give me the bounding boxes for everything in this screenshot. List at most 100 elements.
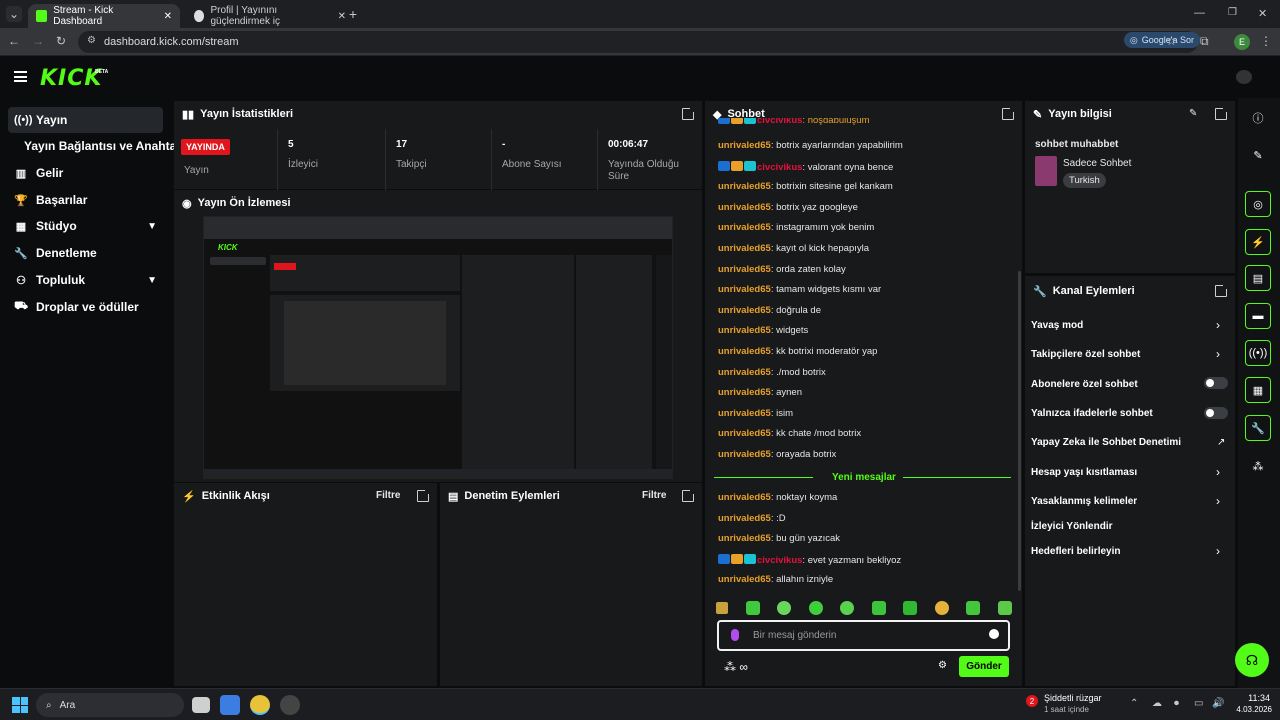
- emote-icon[interactable]: [808, 601, 823, 615]
- chat-input[interactable]: Bir mesaj gönderin: [717, 620, 1010, 651]
- emote-icon[interactable]: [777, 601, 792, 615]
- chat-username[interactable]: unrivaled65: [718, 367, 771, 378]
- sidebar-item-stream[interactable]: ((•)) Yayın: [8, 107, 163, 133]
- send-button[interactable]: Gönder: [959, 656, 1009, 677]
- windows-start-icon[interactable]: [12, 697, 28, 713]
- expand-icon[interactable]: [1215, 107, 1228, 120]
- clock-date[interactable]: 4.03.2026: [1226, 705, 1272, 714]
- kick-logo[interactable]: KICK: [40, 66, 102, 91]
- action-ai-moderation[interactable]: Yapay Zeka ile Sohbet Denetimi: [1031, 437, 1181, 448]
- expand-icon[interactable]: [682, 107, 695, 120]
- clock-time[interactable]: 11:34: [1232, 693, 1270, 703]
- chat-username[interactable]: civcivikus: [757, 555, 802, 566]
- emote-icon[interactable]: [966, 601, 981, 615]
- bolt-icon[interactable]: ⚡: [1245, 229, 1271, 255]
- chat-username[interactable]: unrivaled65: [718, 513, 771, 524]
- sidebar-item-drops[interactable]: ⛟ Droplar ve ödüller: [8, 294, 163, 320]
- info-icon[interactable]: ⓘ: [1245, 105, 1271, 131]
- studio-icon[interactable]: ▦: [1245, 377, 1271, 403]
- filter-button[interactable]: Filtre: [376, 490, 400, 501]
- reload-icon[interactable]: ↻: [56, 34, 66, 48]
- emote-icon[interactable]: [871, 601, 886, 615]
- action-account-age[interactable]: Hesap yaşı kısıtlaması: [1031, 467, 1137, 478]
- taskbar-search[interactable]: ⌕ Ara: [36, 693, 184, 717]
- chevron-right-icon[interactable]: ›: [1216, 465, 1220, 479]
- subscribers-only-toggle[interactable]: [1204, 377, 1228, 389]
- chat-username[interactable]: unrivaled65: [718, 222, 771, 233]
- chat-username[interactable]: unrivaled65: [718, 346, 771, 357]
- expand-icon[interactable]: [417, 489, 430, 502]
- weather-text[interactable]: Şiddetli rüzgar: [1044, 693, 1102, 703]
- bookmark-star-icon[interactable]: ☆: [1166, 34, 1177, 48]
- sidebar-item-moderation[interactable]: 🔧 Denetleme: [8, 240, 163, 266]
- chat-username[interactable]: unrivaled65: [718, 202, 771, 213]
- chat-points-icon[interactable]: ⁂ ∞: [724, 660, 748, 674]
- chat-settings-icon[interactable]: ⚙: [938, 660, 947, 671]
- emote-icon[interactable]: [716, 602, 728, 614]
- chat-scrollbar[interactable]: [1018, 271, 1021, 591]
- document-icon[interactable]: ▤: [1245, 265, 1271, 291]
- task-view-icon[interactable]: [192, 697, 210, 713]
- extensions-icon[interactable]: ⧉: [1200, 34, 1209, 49]
- tab-search-icon[interactable]: ⌄: [6, 6, 22, 22]
- chat-username[interactable]: unrivaled65: [718, 533, 771, 544]
- support-headset-icon[interactable]: ☊: [1235, 643, 1269, 677]
- site-info-icon[interactable]: ⚙: [87, 35, 96, 46]
- emote-icon[interactable]: [997, 601, 1012, 615]
- chat-username[interactable]: unrivaled65: [718, 428, 771, 439]
- chat-username[interactable]: unrivaled65: [718, 408, 771, 419]
- action-slow-mode[interactable]: Yavaş mod: [1031, 320, 1083, 331]
- close-tab-icon[interactable]: ✕: [164, 11, 172, 22]
- hamburger-menu-icon[interactable]: [14, 71, 27, 82]
- chat-bubble-icon[interactable]: ▬: [1245, 303, 1271, 329]
- emote-icon[interactable]: [903, 601, 918, 615]
- app-icon[interactable]: [280, 695, 300, 715]
- broadcast-icon[interactable]: ((•)): [1245, 340, 1271, 366]
- new-tab-button[interactable]: +: [344, 5, 362, 23]
- pencil-icon[interactable]: ✎: [1245, 142, 1271, 168]
- chat-username[interactable]: unrivaled65: [718, 264, 771, 275]
- sidebar-item-studio[interactable]: ▦ Stüdyo ▼: [8, 213, 163, 239]
- sidebar-item-achievements[interactable]: 🏆 Başarılar: [8, 187, 163, 213]
- expand-icon[interactable]: [682, 489, 695, 502]
- tab-kick-dashboard[interactable]: Stream - Kick Dashboard ✕: [28, 4, 180, 28]
- tray-chevron-icon[interactable]: ⌃: [1130, 698, 1138, 709]
- cloud-icon[interactable]: ☁: [1152, 698, 1162, 709]
- emote-icon[interactable]: [745, 601, 760, 615]
- chevron-right-icon[interactable]: ›: [1216, 544, 1220, 558]
- category-name[interactable]: Sadece Sohbet: [1063, 158, 1131, 169]
- back-icon[interactable]: ←: [8, 34, 20, 48]
- chat-username[interactable]: unrivaled65: [718, 325, 771, 336]
- chrome-icon[interactable]: [250, 695, 270, 715]
- chat-username[interactable]: unrivaled65: [718, 181, 771, 192]
- chevron-right-icon[interactable]: ›: [1216, 347, 1220, 361]
- action-followers-only[interactable]: Takipçilere özel sohbet: [1031, 349, 1140, 360]
- chat-username[interactable]: unrivaled65: [718, 492, 771, 503]
- target-icon[interactable]: ◎: [1245, 191, 1271, 217]
- profile-avatar[interactable]: E: [1234, 34, 1250, 50]
- points-icon[interactable]: ⁂: [1245, 453, 1271, 479]
- chevron-right-icon[interactable]: ›: [1216, 494, 1220, 508]
- microphone-icon[interactable]: [731, 629, 739, 641]
- pencil-icon[interactable]: ✎: [1189, 108, 1197, 119]
- user-avatar[interactable]: [1236, 70, 1252, 84]
- chat-username[interactable]: unrivaled65: [718, 574, 771, 585]
- browser-menu-icon[interactable]: ⋮: [1260, 34, 1272, 48]
- close-window-icon[interactable]: ✕: [1258, 7, 1267, 20]
- address-bar[interactable]: ⚙ dashboard.kick.com/stream: [78, 31, 1198, 53]
- preview-video[interactable]: KICK: [203, 216, 673, 479]
- chat-username[interactable]: unrivaled65: [718, 140, 771, 151]
- network-icon[interactable]: ▭: [1194, 698, 1203, 709]
- filter-button[interactable]: Filtre: [642, 490, 666, 501]
- chat-username[interactable]: unrivaled65: [718, 243, 771, 254]
- action-banned-words[interactable]: Yasaklanmış kelimeler: [1031, 496, 1137, 507]
- sidebar-item-community[interactable]: ⚇ Topluluk ▼: [8, 267, 163, 293]
- volume-icon[interactable]: 🔊: [1212, 698, 1224, 709]
- emote-only-toggle[interactable]: [1204, 407, 1228, 419]
- store-icon[interactable]: [220, 695, 240, 715]
- external-link-icon[interactable]: ↗: [1217, 437, 1225, 448]
- action-set-goals[interactable]: Hedefleri belirleyin: [1031, 546, 1120, 557]
- tab-profile[interactable]: Profil | Yayınını güçlendirmek iç ✕: [186, 4, 354, 28]
- chat-username[interactable]: civcivikus: [757, 162, 802, 173]
- minimize-icon[interactable]: —: [1194, 7, 1205, 19]
